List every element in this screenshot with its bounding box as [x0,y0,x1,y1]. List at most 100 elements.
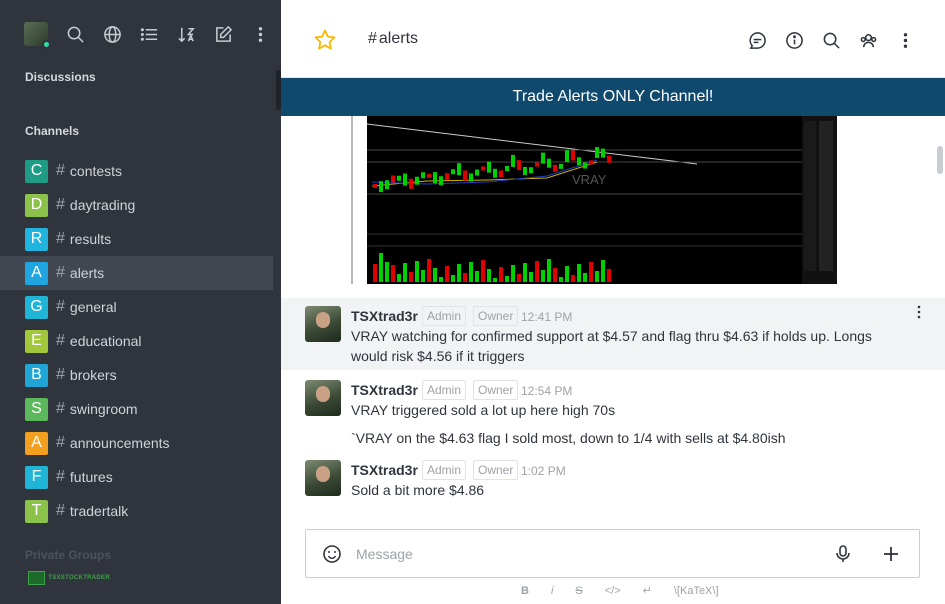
chart-candle [523,166,527,175]
info-icon[interactable] [784,30,804,50]
sidebar-channel-futures[interactable]: F # futures [0,460,273,494]
channel-avatar: E [25,329,48,353]
kebab-menu-icon[interactable] [250,24,270,44]
message-text: would risk $4.56 if it triggers [351,348,525,364]
sidebar-channel-results[interactable]: R # results [0,222,273,256]
chart-candle [487,161,491,173]
message-scrollbar[interactable] [937,146,943,174]
chart-volume-bar [505,276,509,282]
sidebar-channel-tradertalk[interactable]: T # tradertalk [0,494,273,528]
hash-icon: # [56,196,65,213]
sidebar-channel-alerts[interactable]: A # alerts [0,256,273,290]
message-username[interactable]: TSXtrad3r [351,382,418,398]
chart-volume-bar [571,275,575,282]
kebab-menu-icon[interactable] [895,30,915,50]
message-list: VRAY TSXtrad3r Admin Owner 12:41 PM VRAY wat… [281,116,945,526]
chart-volume-bar [463,273,467,282]
channel-name: alerts [69,265,105,281]
favorite-star-icon[interactable] [313,28,337,52]
sidebar-toolbar [24,20,270,49]
chart-candle [553,164,557,172]
directory-globe-icon[interactable] [102,24,122,44]
add-attachment-icon[interactable] [881,544,901,564]
chart-volume-bar [385,262,389,282]
search-icon[interactable] [65,24,85,44]
message-timestamp[interactable]: 1:02 PM [521,464,566,478]
chart-candle [421,172,425,179]
formatting-toolbar: B i S </> ↵ \[KaTeX\] [521,584,741,598]
sidebar-channel-educational[interactable]: E # educational [0,324,273,358]
chart-volume-bar [565,266,569,282]
message-timestamp[interactable]: 12:41 PM [521,310,572,324]
chart-volume-bar [517,274,521,282]
message-item[interactable]: TSXtrad3r Admin Owner 1:02 PM Sold a bit mor… [281,452,945,502]
list-view-icon[interactable] [139,24,159,44]
message-timestamp[interactable]: 12:54 PM [521,384,572,398]
chart-candle [469,173,473,182]
chart-candle [571,150,575,161]
announcement-banner[interactable]: Trade Alerts ONLY Channel! [281,78,945,116]
chart-candle [385,180,389,190]
message-username[interactable]: TSXtrad3r [351,462,418,478]
owner-role-badge: Owner [473,380,519,400]
room-hash: # [368,30,377,47]
message-input[interactable] [356,542,816,566]
chart-volume-bar [475,271,479,282]
sidebar-channel-announcements[interactable]: A # announcements [0,426,273,460]
strikethrough-button[interactable]: S [575,585,582,597]
hash-icon: # [56,434,65,451]
chart-candle [601,148,605,158]
user-avatar[interactable] [24,22,51,49]
chart-volume-bar [607,269,611,282]
chart-volume-bar [439,277,443,282]
message-item[interactable]: TSXtrad3r Admin Owner 12:54 PM VRAY triggere… [281,372,945,450]
channel-avatar: R [25,227,48,251]
chart-volume-bar [583,273,587,282]
chart-candle [457,163,461,176]
hash-icon: # [56,468,65,485]
admin-role-badge: Admin [422,380,467,400]
chart-candle [535,162,539,167]
emoji-icon[interactable] [322,544,342,564]
message-avatar[interactable] [305,306,341,342]
message-kebab-icon[interactable] [911,304,927,320]
discussion-icon[interactable] [747,30,767,50]
sidebar-channel-general[interactable]: G # general [0,290,273,324]
chart-volume-bar [403,263,407,282]
members-icon[interactable] [858,30,878,50]
channel-name: tradertalk [69,503,129,519]
stock-chart-image: VRAY [367,116,837,284]
sidebar-channel-contests[interactable]: C # contests [0,154,273,188]
code-button[interactable]: </> [605,585,621,597]
brand-logo-text: TSXSTOCKTRADER [48,575,110,581]
search-icon[interactable] [821,30,841,50]
brand-logo-mark [28,571,46,585]
italic-button[interactable]: i [551,585,553,597]
chart-candle [517,160,521,171]
sidebar-channel-daytrading[interactable]: D # daytrading [0,188,273,222]
chart-attachment[interactable]: VRAY [351,116,837,284]
message-item[interactable]: TSXtrad3r Admin Owner 12:41 PM VRAY watching… [281,298,945,370]
message-text: Sold a bit more $4.86 [351,482,485,498]
channel-name: results [69,231,112,247]
chart-candle [475,169,479,176]
sidebar-channel-brokers[interactable]: B # brokers [0,358,273,392]
create-new-icon[interactable] [213,24,233,44]
admin-role-badge: Admin [422,306,467,326]
sort-icon[interactable] [176,24,196,44]
message-composer [305,529,920,578]
chart-candle [409,178,413,189]
channel-name: announcements [69,435,170,451]
message-avatar[interactable] [305,460,341,496]
chart-volume-bar [415,261,419,282]
bold-button[interactable]: B [521,585,529,597]
chart-volume-bar [397,274,401,282]
microphone-icon[interactable] [833,544,853,564]
main-panel: # alerts Trade Alerts ONLY Channel! VRAY… [281,0,945,604]
message-username[interactable]: TSXtrad3r [351,308,418,324]
katex-link[interactable]: \[KaTeX\] [674,585,719,597]
message-avatar[interactable] [305,380,341,416]
chart-candle [499,170,503,178]
sidebar-channel-swingroom[interactable]: S # swingroom [0,392,273,426]
channel-name: brokers [69,367,117,383]
